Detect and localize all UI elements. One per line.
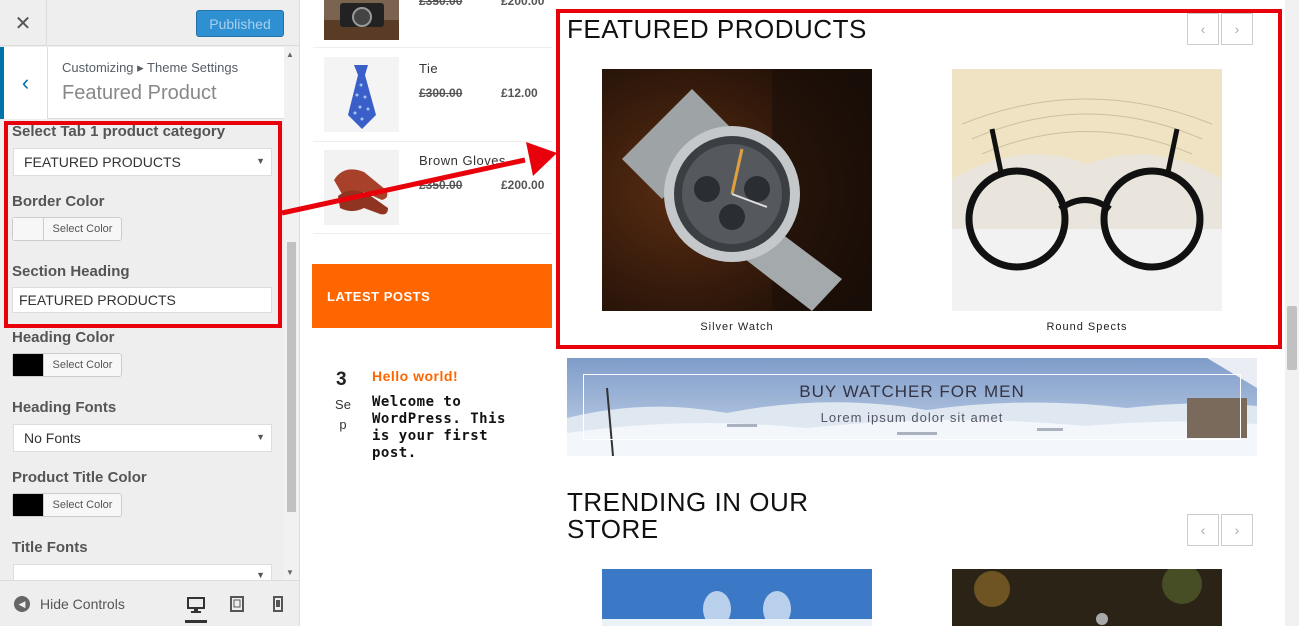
annotation-arrow <box>281 142 557 216</box>
